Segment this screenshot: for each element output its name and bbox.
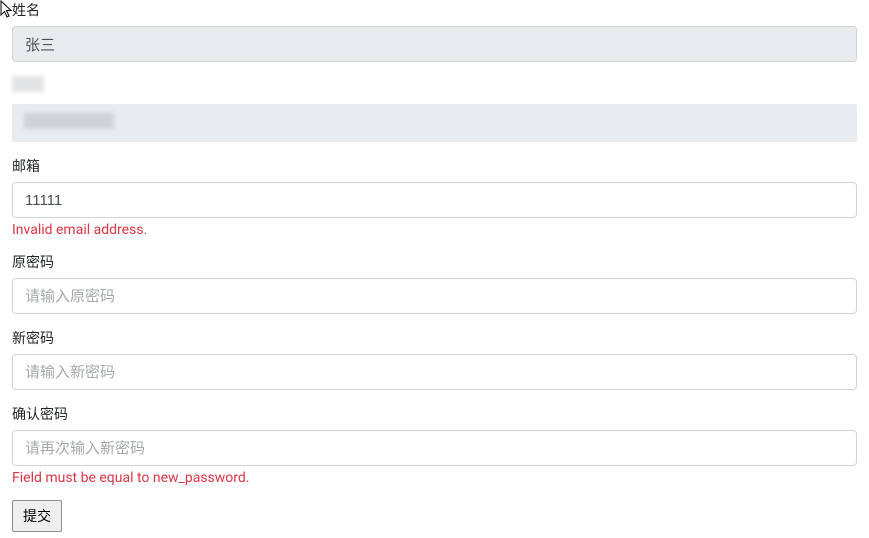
submit-button[interactable]: 提交 — [12, 500, 62, 532]
email-label: 邮箱 — [12, 156, 857, 176]
email-error: Invalid email address. — [12, 222, 857, 238]
old-password-label: 原密码 — [12, 252, 857, 272]
redacted-value — [24, 113, 114, 129]
confirm-password-label: 确认密码 — [12, 404, 857, 424]
new-password-label: 新密码 — [12, 328, 857, 348]
name-label: 姓名 — [12, 0, 857, 20]
name-field-group: 姓名 — [12, 0, 857, 62]
redacted-input — [12, 104, 857, 142]
redacted-field-group — [12, 76, 857, 142]
new-password-field-group: 新密码 — [12, 328, 857, 390]
old-password-field-group: 原密码 — [12, 252, 857, 314]
confirm-password-error: Field must be equal to new_password. — [12, 470, 857, 486]
old-password-input[interactable] — [12, 278, 857, 314]
new-password-input[interactable] — [12, 354, 857, 390]
confirm-password-field-group: 确认密码 Field must be equal to new_password… — [12, 404, 857, 486]
profile-form: 姓名 邮箱 Invalid email address. 原密码 新密码 确认密… — [12, 0, 857, 532]
confirm-password-input[interactable] — [12, 430, 857, 466]
name-input[interactable] — [12, 26, 857, 62]
email-field-group: 邮箱 Invalid email address. — [12, 156, 857, 238]
email-input[interactable] — [12, 182, 857, 218]
redacted-label — [12, 76, 44, 92]
